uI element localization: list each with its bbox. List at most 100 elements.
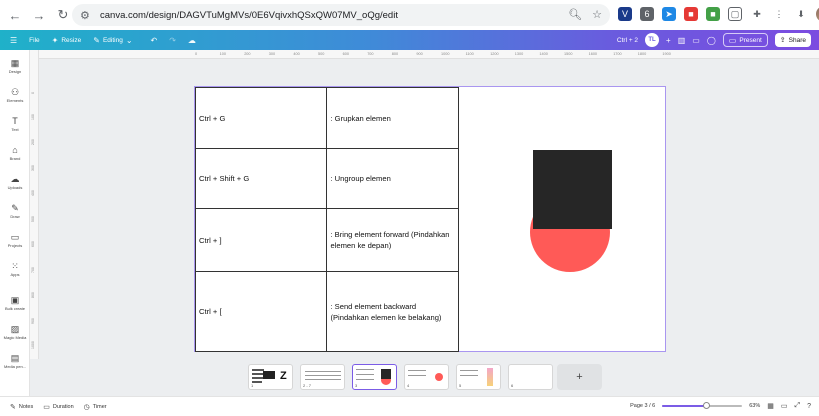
page-thumbnail-4[interactable]: 4 xyxy=(404,364,449,390)
sidebar-item-text[interactable]: T Text xyxy=(0,116,30,133)
tab-search-icon[interactable]: ⋮ xyxy=(772,7,786,21)
notes-icon: ✎ xyxy=(10,403,16,411)
shortcut-desc-cell[interactable]: : Ungroup elemen xyxy=(326,148,459,209)
help-icon[interactable]: ? xyxy=(807,403,811,410)
present-icon: ▭ xyxy=(728,35,737,45)
sidebar-item-bulk-create[interactable]: ▣ Bulk create xyxy=(0,295,30,312)
sidebar-item-apps[interactable]: ⁙ Apps xyxy=(0,261,30,278)
page-thumbnail-1[interactable]: Z 1 xyxy=(248,364,293,390)
page-thumbnail-6[interactable]: 6 xyxy=(508,364,553,390)
bookmark-star-icon[interactable]: ☆ xyxy=(592,8,602,21)
shortcut-desc-cell[interactable]: : Send element backward (Pindahkan eleme… xyxy=(326,271,459,352)
url-text: canva.com/design/DAGVTuMgMVs/0E6VqivxhQS… xyxy=(100,9,398,21)
present-button[interactable]: ▭ Present xyxy=(722,33,768,47)
downloads-icon[interactable]: ⬇ xyxy=(794,7,808,21)
add-page-button[interactable]: + xyxy=(557,364,602,390)
sidebar-item-brand[interactable]: ⌂ Brand xyxy=(0,145,30,162)
zoom-slider[interactable] xyxy=(662,402,743,409)
sidebar-item-projects[interactable]: ▭ Projects xyxy=(0,232,30,249)
shortcut-key-cell[interactable]: Ctrl + Shift + G xyxy=(194,148,328,209)
layout-icon: ▦ xyxy=(10,58,20,68)
black-square-shape[interactable] xyxy=(533,150,612,229)
ruler-tick-label: 1500 xyxy=(564,52,573,56)
extension-cast-icon[interactable]: ▢ xyxy=(728,7,742,21)
thumbnail-number: 1 xyxy=(251,383,254,388)
comment-icon[interactable]: ▭ xyxy=(692,36,700,45)
table-row: Ctrl + Shift + G : Ungroup elemen xyxy=(194,148,459,209)
file-menu[interactable]: File xyxy=(29,37,39,44)
share-button[interactable]: ⇪ Share xyxy=(774,33,811,47)
sidebar-label-magic-media: Magic Media xyxy=(3,335,27,340)
ruler-tick-label: 500 xyxy=(318,52,325,56)
fullscreen-icon[interactable]: ⤢ xyxy=(794,402,800,410)
plus-icon: + xyxy=(576,371,583,383)
editing-mode-button[interactable]: ✎ Editing ⌄ xyxy=(93,36,132,45)
timer-label: Timer xyxy=(92,403,107,410)
zoom-slider-handle[interactable] xyxy=(702,402,710,409)
shortcut-key-cell[interactable]: Ctrl + [ xyxy=(194,271,328,352)
media-icon: ▤ xyxy=(10,353,20,363)
ruler-tick-label: 800 xyxy=(391,52,399,56)
duration-button[interactable]: ▭ Duration xyxy=(43,403,73,411)
shortcut-desc-cell[interactable]: : Bring element forward (Pindahkan eleme… xyxy=(326,208,459,272)
ruler-tick-label: 200 xyxy=(31,139,35,145)
sidebar-label-elements: Elements xyxy=(6,98,24,103)
insights-chart-icon[interactable]: ▥ xyxy=(678,36,686,45)
ruler-tick-label: 300 xyxy=(31,164,35,171)
extensions-puzzle-icon[interactable]: ✚ xyxy=(750,7,764,21)
forward-icon[interactable]: → xyxy=(30,6,48,24)
ruler-tick-label: 1100 xyxy=(465,52,474,56)
pen-icon: ✎ xyxy=(11,203,19,213)
sidebar-item-draw[interactable]: ✎ Draw xyxy=(0,203,30,220)
zoom-icon[interactable]: 🔍︎ xyxy=(568,8,582,21)
hamburger-menu-icon[interactable]: ☰ xyxy=(10,36,17,45)
zoom-percent[interactable]: 63% xyxy=(749,403,760,409)
shortcut-desc-cell[interactable]: : Grupkan elemen xyxy=(326,87,459,149)
editor-footer: ✎ Notes ▭ Duration ◷ Timer Page 3 / 6 63% ▦… xyxy=(0,396,819,416)
text-icon: T xyxy=(12,116,18,126)
sidebar-item-uploads[interactable]: ☁ Uploads xyxy=(0,174,30,191)
address-bar[interactable]: ⚙ canva.com/design/DAGVTuMgMVs/0E6Vqivxh… xyxy=(72,4,610,26)
sidebar-item-media[interactable]: ▤ Media pen... xyxy=(0,353,30,370)
sidebar-label-brand: Brand xyxy=(9,156,21,161)
redo-button[interactable]: ↷ xyxy=(169,36,176,45)
site-info-icon[interactable]: ⚙ xyxy=(80,9,96,22)
ruler-tick-label: 900 xyxy=(31,317,35,324)
cloud-save-status[interactable]: ☁ xyxy=(188,36,196,45)
share-icon: ⇪ xyxy=(779,37,786,44)
vertical-ruler: 0 100 200 300 400 500 600 700 800 900 1000 xyxy=(30,50,39,396)
shortcuts-table[interactable]: Ctrl + G : Grupkan elemen Ctrl + Shift +… xyxy=(194,87,459,352)
page-thumbnail-2[interactable]: 2 - 7 xyxy=(300,364,345,390)
extension-arrow-icon[interactable]: ➤ xyxy=(662,7,676,21)
page-thumbnail-3[interactable]: 3 xyxy=(352,364,397,390)
extension-v-icon[interactable]: V xyxy=(618,7,632,21)
ruler-tick-label: 300 xyxy=(268,52,276,56)
shortcut-hint: Ctrl + 2 xyxy=(616,36,639,44)
sidebar-label-bulk-create: Bulk create xyxy=(4,306,25,311)
sidebar-label-projects: Projects xyxy=(7,243,23,248)
back-icon[interactable]: ← xyxy=(6,6,24,24)
extension-green-icon[interactable]: ■ xyxy=(706,7,720,21)
timer-circle-icon[interactable]: ◯ xyxy=(707,36,716,45)
sidebar-item-design[interactable]: ▦ Design xyxy=(0,58,30,75)
extension-red-icon[interactable]: ■ xyxy=(684,7,698,21)
page-view-icon[interactable]: ▭ xyxy=(781,402,788,410)
page-thumbnail-5[interactable]: 5 xyxy=(456,364,501,390)
grid-view-icon[interactable]: ▦ xyxy=(767,402,774,410)
undo-button[interactable]: ↶ xyxy=(151,36,158,45)
sidebar-label-design: Design xyxy=(8,69,22,74)
extension-badge-icon[interactable]: 6 xyxy=(640,7,654,21)
extensions-area: V 6 ➤ ■ ■ ▢ ✚ ⋮ ⬇ ⋮ xyxy=(618,6,819,22)
timer-button[interactable]: ◷ Timer xyxy=(84,403,107,411)
sidebar-item-elements[interactable]: ⚇ Elements xyxy=(0,87,30,104)
sidebar-item-magic-media[interactable]: ▨ Magic Media xyxy=(0,324,30,341)
reload-icon[interactable]: ↻ xyxy=(54,6,72,24)
notes-button[interactable]: ✎ Notes xyxy=(10,403,33,411)
resize-button[interactable]: ✦ Resize xyxy=(52,36,82,45)
add-collaborator-icon[interactable]: + xyxy=(666,36,671,45)
ruler-tick-label: 400 xyxy=(293,52,300,56)
user-avatar[interactable]: TL xyxy=(645,33,660,47)
shortcut-key-cell[interactable]: Ctrl + G xyxy=(194,87,328,149)
shortcut-key-cell[interactable]: Ctrl + ] xyxy=(194,208,328,272)
sidebar-label-text: Text xyxy=(11,127,19,132)
